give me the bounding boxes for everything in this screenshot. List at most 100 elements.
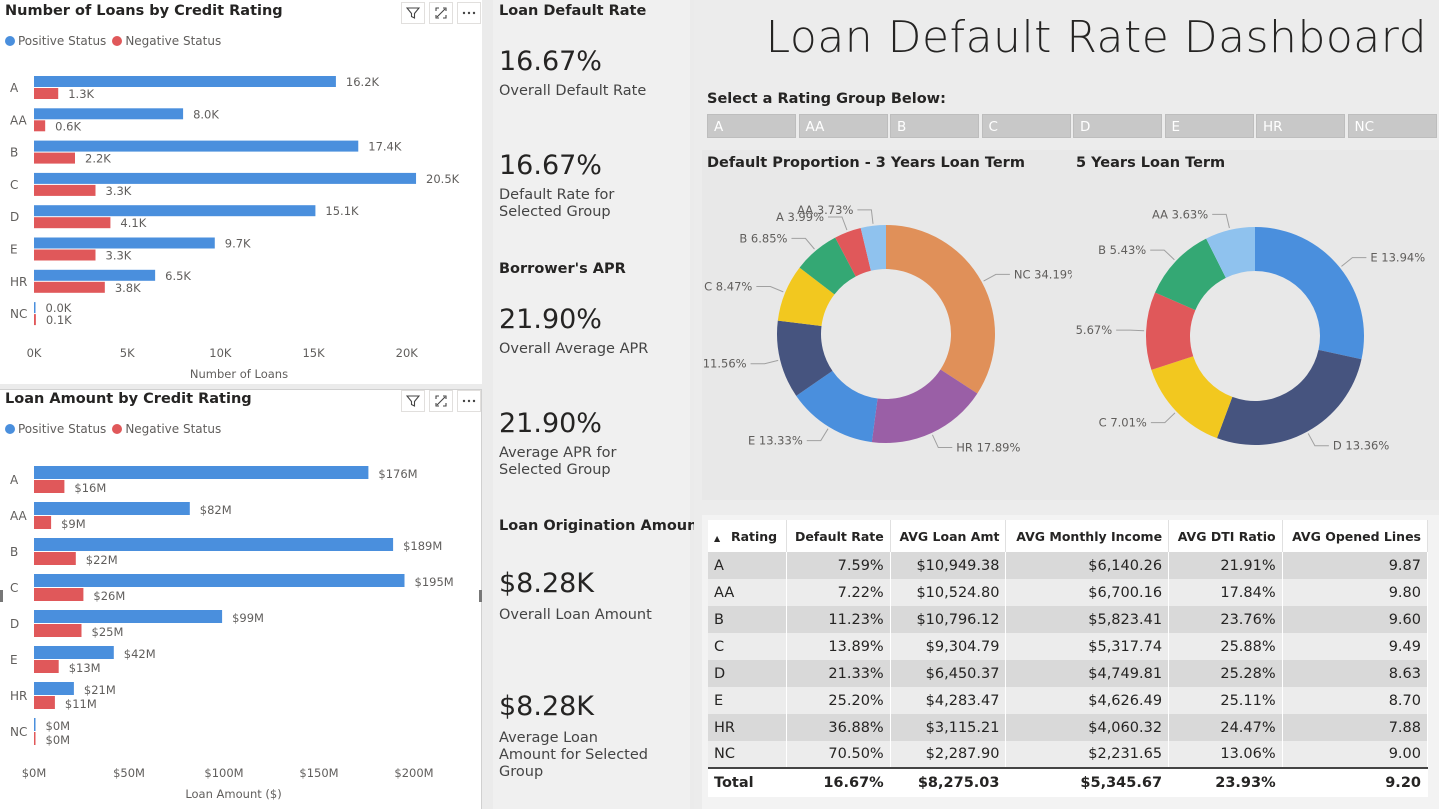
slicer-option-e[interactable]: E [1164, 114, 1254, 138]
leader-line [1341, 257, 1367, 267]
donut-slice[interactable] [1216, 349, 1362, 445]
column-header[interactable]: AVG Opened Lines [1282, 520, 1429, 552]
column-header[interactable]: ▲ Rating [708, 520, 787, 552]
negative-bar[interactable] [34, 660, 59, 673]
table-row[interactable]: B 11.23% $10,796.12 $5,823.41 23.76% 9.60 [708, 606, 1429, 633]
legend-positive[interactable]: Positive Status [5, 34, 106, 48]
positive-bar[interactable] [34, 718, 36, 731]
slicer-option-a[interactable]: A [707, 114, 796, 138]
legend-negative-label: Negative Status [125, 422, 222, 436]
filter-icon[interactable] [401, 2, 425, 24]
slice-label: E 13.94% [1370, 251, 1425, 265]
positive-bar[interactable] [34, 682, 74, 695]
table-cell: 21.33% [786, 660, 891, 687]
leader-line [1150, 412, 1176, 424]
donut-3yr-title: Default Proportion - 3 Years Loan Term [707, 155, 1025, 171]
table-cell: 9.87 [1282, 552, 1429, 579]
origination-heading: Loan Origination Amount [499, 518, 705, 534]
more-options-icon[interactable] [457, 390, 481, 412]
table-cell: $2,231.65 [1005, 741, 1170, 768]
negative-bar[interactable] [34, 184, 96, 196]
slicer-option-hr[interactable]: HR [1256, 114, 1345, 138]
positive-bar[interactable] [34, 610, 223, 623]
group-default-rate-label: Default Rate for Selected Group [499, 187, 615, 220]
column-header[interactable]: Default Rate [786, 520, 891, 552]
sort-ascending-icon[interactable]: ▲ [714, 534, 723, 543]
negative-bar[interactable] [34, 314, 36, 326]
legend-positive[interactable]: Positive Status [5, 422, 106, 436]
column-header[interactable]: AVG Loan Amt [890, 520, 1007, 552]
positive-bar[interactable] [34, 140, 359, 152]
donut-slice[interactable] [1255, 227, 1364, 360]
table-total-cell: 9.20 [1282, 767, 1429, 797]
table-row[interactable]: E 25.20% $4,283.47 $4,626.49 25.11% 8.70 [708, 687, 1429, 714]
negative-bar[interactable] [34, 588, 84, 601]
donut-slice[interactable] [1151, 356, 1233, 439]
table-row[interactable]: AA 7.22% $10,524.80 $6,700.16 17.84% 9.80 [708, 579, 1429, 606]
slice-label: A 5.67% [1072, 323, 1112, 337]
negative-bar[interactable] [34, 552, 76, 565]
category-label: D [10, 210, 19, 224]
resize-handle-left[interactable] [0, 590, 3, 602]
more-options-icon[interactable] [457, 2, 481, 24]
positive-bar[interactable] [34, 646, 114, 659]
legend-negative[interactable]: Negative Status [112, 34, 221, 48]
positive-bar[interactable] [34, 237, 215, 249]
negative-bar[interactable] [34, 217, 111, 229]
positive-bar[interactable] [34, 76, 336, 87]
table-total-cell: 16.67% [786, 767, 891, 797]
column-header[interactable]: AVG Monthly Income [1005, 520, 1170, 552]
legend-negative[interactable]: Negative Status [112, 422, 221, 436]
positive-bar[interactable] [34, 205, 316, 217]
data-label: $176M [378, 467, 417, 481]
data-label: 1.3K [68, 87, 94, 101]
filter-icon[interactable] [401, 390, 425, 412]
positive-bar[interactable] [34, 302, 36, 314]
slicer-option-nc[interactable]: NC [1347, 114, 1437, 138]
leader-line [791, 237, 815, 250]
focus-mode-icon[interactable] [429, 2, 453, 24]
slice-label: D 13.36% [1333, 439, 1389, 453]
leader-line [1307, 433, 1329, 447]
table-cell: 70.50% [786, 741, 891, 768]
table-row[interactable]: D 21.33% $6,450.37 $4,749.81 25.28% 8.63 [708, 660, 1429, 687]
resize-handle-right[interactable] [479, 590, 482, 602]
positive-bar[interactable] [34, 574, 405, 587]
positive-bar[interactable] [34, 108, 184, 120]
positive-bar[interactable] [34, 269, 156, 281]
slicer-option-aa[interactable]: AA [798, 114, 888, 138]
negative-bar[interactable] [34, 152, 75, 164]
slicer-option-d[interactable]: D [1073, 114, 1162, 138]
table-cell: $5,823.41 [1005, 606, 1170, 633]
negative-bar[interactable] [34, 281, 105, 293]
slicer-option-b[interactable]: B [890, 114, 979, 138]
negative-bar[interactable] [34, 732, 36, 745]
table-row[interactable]: A 7.59% $10,949.38 $6,140.26 21.91% 9.87 [708, 552, 1429, 579]
negative-bar[interactable] [34, 480, 65, 493]
table-row[interactable]: NC 70.50% $2,287.90 $2,231.65 13.06% 9.00 [708, 741, 1429, 768]
loans-chart-title: Number of Loans by Credit Rating [5, 3, 283, 19]
table-cell: 9.80 [1282, 579, 1429, 606]
table-row[interactable]: HR 36.88% $3,115.21 $4,060.32 24.47% 7.88 [708, 714, 1429, 741]
negative-bar[interactable] [34, 624, 82, 637]
positive-bar[interactable] [34, 172, 417, 184]
donut-slice[interactable] [886, 225, 995, 394]
leader-line [1212, 213, 1230, 229]
negative-bar[interactable] [34, 120, 46, 132]
table-row[interactable]: C 13.89% $9,304.79 $5,317.74 25.88% 9.49 [708, 633, 1429, 660]
table-cell: 25.20% [786, 687, 891, 714]
negative-bar[interactable] [34, 88, 59, 99]
category-label: C [10, 178, 18, 192]
negative-bar[interactable] [34, 249, 96, 261]
table-cell: 7.59% [786, 552, 891, 579]
overall-amount-value: $8.28K [499, 568, 595, 599]
positive-bar[interactable] [34, 466, 369, 479]
negative-bar[interactable] [34, 516, 52, 529]
positive-bar[interactable] [34, 538, 394, 551]
positive-bar[interactable] [34, 502, 190, 515]
column-header[interactable]: AVG DTI Ratio [1168, 520, 1283, 552]
negative-bar[interactable] [34, 696, 55, 709]
slicer-option-c[interactable]: C [981, 114, 1071, 138]
focus-mode-icon[interactable] [429, 390, 453, 412]
table-cell: HR [708, 714, 787, 741]
